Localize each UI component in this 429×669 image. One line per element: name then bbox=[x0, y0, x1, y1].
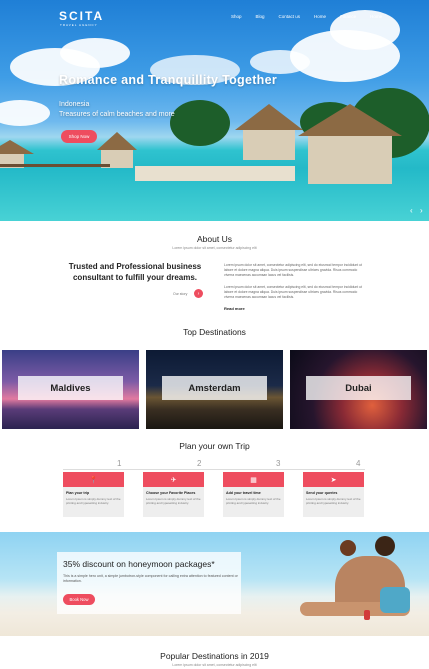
hero-subtitle: Indonesia Treasures of calm beaches and … bbox=[59, 100, 175, 120]
trip-step-card[interactable]: 📍 Plan your trip Lorem Ipsum is simply d… bbox=[63, 472, 124, 517]
main-nav: Shop Blog Contact us Home Finance Home bbox=[231, 14, 396, 19]
calendar-icon: ▦ bbox=[223, 472, 284, 487]
nav-item-shop[interactable]: Shop bbox=[231, 14, 242, 19]
trip-title: Plan your own Trip bbox=[179, 441, 250, 451]
nav-item-blog[interactable]: Blog bbox=[256, 14, 265, 19]
trip-step-title: Choose your Favorite Places bbox=[146, 491, 196, 495]
destination-card-maldives[interactable]: Maldives bbox=[2, 350, 139, 429]
destination-label: Dubai bbox=[306, 376, 411, 400]
book-now-button[interactable]: Book Now bbox=[63, 594, 95, 605]
destinations-title: Top Destinations bbox=[183, 327, 246, 337]
brand-tagline: TRAVEL AGENCY bbox=[60, 23, 98, 27]
trip-step-text: Lorem Ipsum is simply dummy text of the … bbox=[66, 497, 121, 506]
shop-now-button[interactable]: Shop Now bbox=[61, 130, 97, 143]
send-icon: ➤ bbox=[303, 472, 364, 487]
plane-icon: ✈ bbox=[143, 472, 204, 487]
couple-figure bbox=[375, 536, 395, 556]
cloud bbox=[250, 50, 310, 74]
steps-divider bbox=[63, 469, 365, 470]
hero-title: Romance and Tranquillity Together bbox=[59, 73, 278, 87]
popular-subtitle: Lorem ipsum dolor sit amet, consectetur … bbox=[172, 663, 257, 667]
map-pin-icon: 📍 bbox=[63, 472, 124, 487]
trip-step-card[interactable]: ▦ Add your travel time Lorem Ipsum is si… bbox=[223, 472, 284, 517]
trip-step-text: Lorem Ipsum is simply dummy text of the … bbox=[226, 497, 281, 506]
trip-step-title: Plan your trip bbox=[66, 491, 90, 495]
trip-step-title: Send your queries bbox=[306, 491, 338, 495]
hero-subtitle-line1: Indonesia bbox=[59, 101, 90, 108]
hero-banner: SCITA TRAVEL AGENCY Shop Blog Contact us… bbox=[0, 0, 429, 221]
about-paragraph-1: Lorem ipsum dolor sit amet, consectetur … bbox=[224, 263, 362, 277]
destination-card-dubai[interactable]: Dubai bbox=[290, 350, 427, 429]
cloud bbox=[0, 100, 50, 126]
palm-trees bbox=[170, 100, 230, 146]
drink-glass bbox=[364, 610, 370, 620]
brand-logo[interactable]: SCITA bbox=[59, 9, 104, 23]
destination-card-amsterdam[interactable]: Amsterdam bbox=[146, 350, 283, 429]
trip-step-card[interactable]: ✈ Choose your Favorite Places Lorem Ipsu… bbox=[143, 472, 204, 517]
destination-label: Maldives bbox=[18, 376, 123, 400]
pier bbox=[135, 166, 295, 181]
nav-item-finance[interactable]: Finance bbox=[340, 14, 356, 19]
read-more-link[interactable]: Read more bbox=[224, 306, 245, 311]
couple-figure bbox=[340, 540, 356, 556]
trip-step-card[interactable]: ➤ Send your queries Lorem Ipsum is simpl… bbox=[303, 472, 364, 517]
nav-item-home[interactable]: Home bbox=[314, 14, 326, 19]
step-number: 2 bbox=[197, 459, 202, 468]
trip-step-text: Lorem Ipsum is simply dummy text of the … bbox=[146, 497, 201, 506]
hero-subtitle-line2: Treasures of calm beaches and more bbox=[59, 111, 175, 118]
chevron-left-icon[interactable]: ‹ bbox=[410, 206, 413, 215]
destination-label: Amsterdam bbox=[162, 376, 267, 400]
step-number: 3 bbox=[276, 459, 281, 468]
couple-figure bbox=[380, 587, 410, 613]
about-subtitle: Lorem ipsum dolor sit amet, consectetur … bbox=[172, 246, 257, 250]
pier bbox=[0, 164, 110, 167]
nav-item-contact[interactable]: Contact us bbox=[279, 14, 301, 19]
cloud bbox=[60, 38, 130, 68]
our-story-link[interactable]: Our story bbox=[173, 292, 187, 296]
popular-title: Popular Destinations in 2019 bbox=[160, 651, 269, 661]
about-title: About Us bbox=[197, 234, 232, 244]
step-number: 1 bbox=[117, 459, 122, 468]
about-lead: Trusted and Professional business consul… bbox=[68, 262, 202, 282]
about-paragraph-2: Lorem ipsum dolor sit amet, consectetur … bbox=[224, 285, 362, 299]
chevron-right-icon[interactable]: › bbox=[420, 206, 423, 215]
nav-item-home-2[interactable]: Home bbox=[370, 14, 382, 19]
arrow-right-icon[interactable]: › bbox=[194, 289, 203, 298]
promo-text: This is a simple hero unit, a simple jum… bbox=[63, 574, 238, 583]
step-number: 4 bbox=[356, 459, 361, 468]
promo-title: 35% discount on honeymoon packages* bbox=[63, 559, 215, 569]
trip-step-title: Add your travel time bbox=[226, 491, 261, 495]
trip-step-text: Lorem Ipsum is simply dummy text of the … bbox=[306, 497, 361, 506]
